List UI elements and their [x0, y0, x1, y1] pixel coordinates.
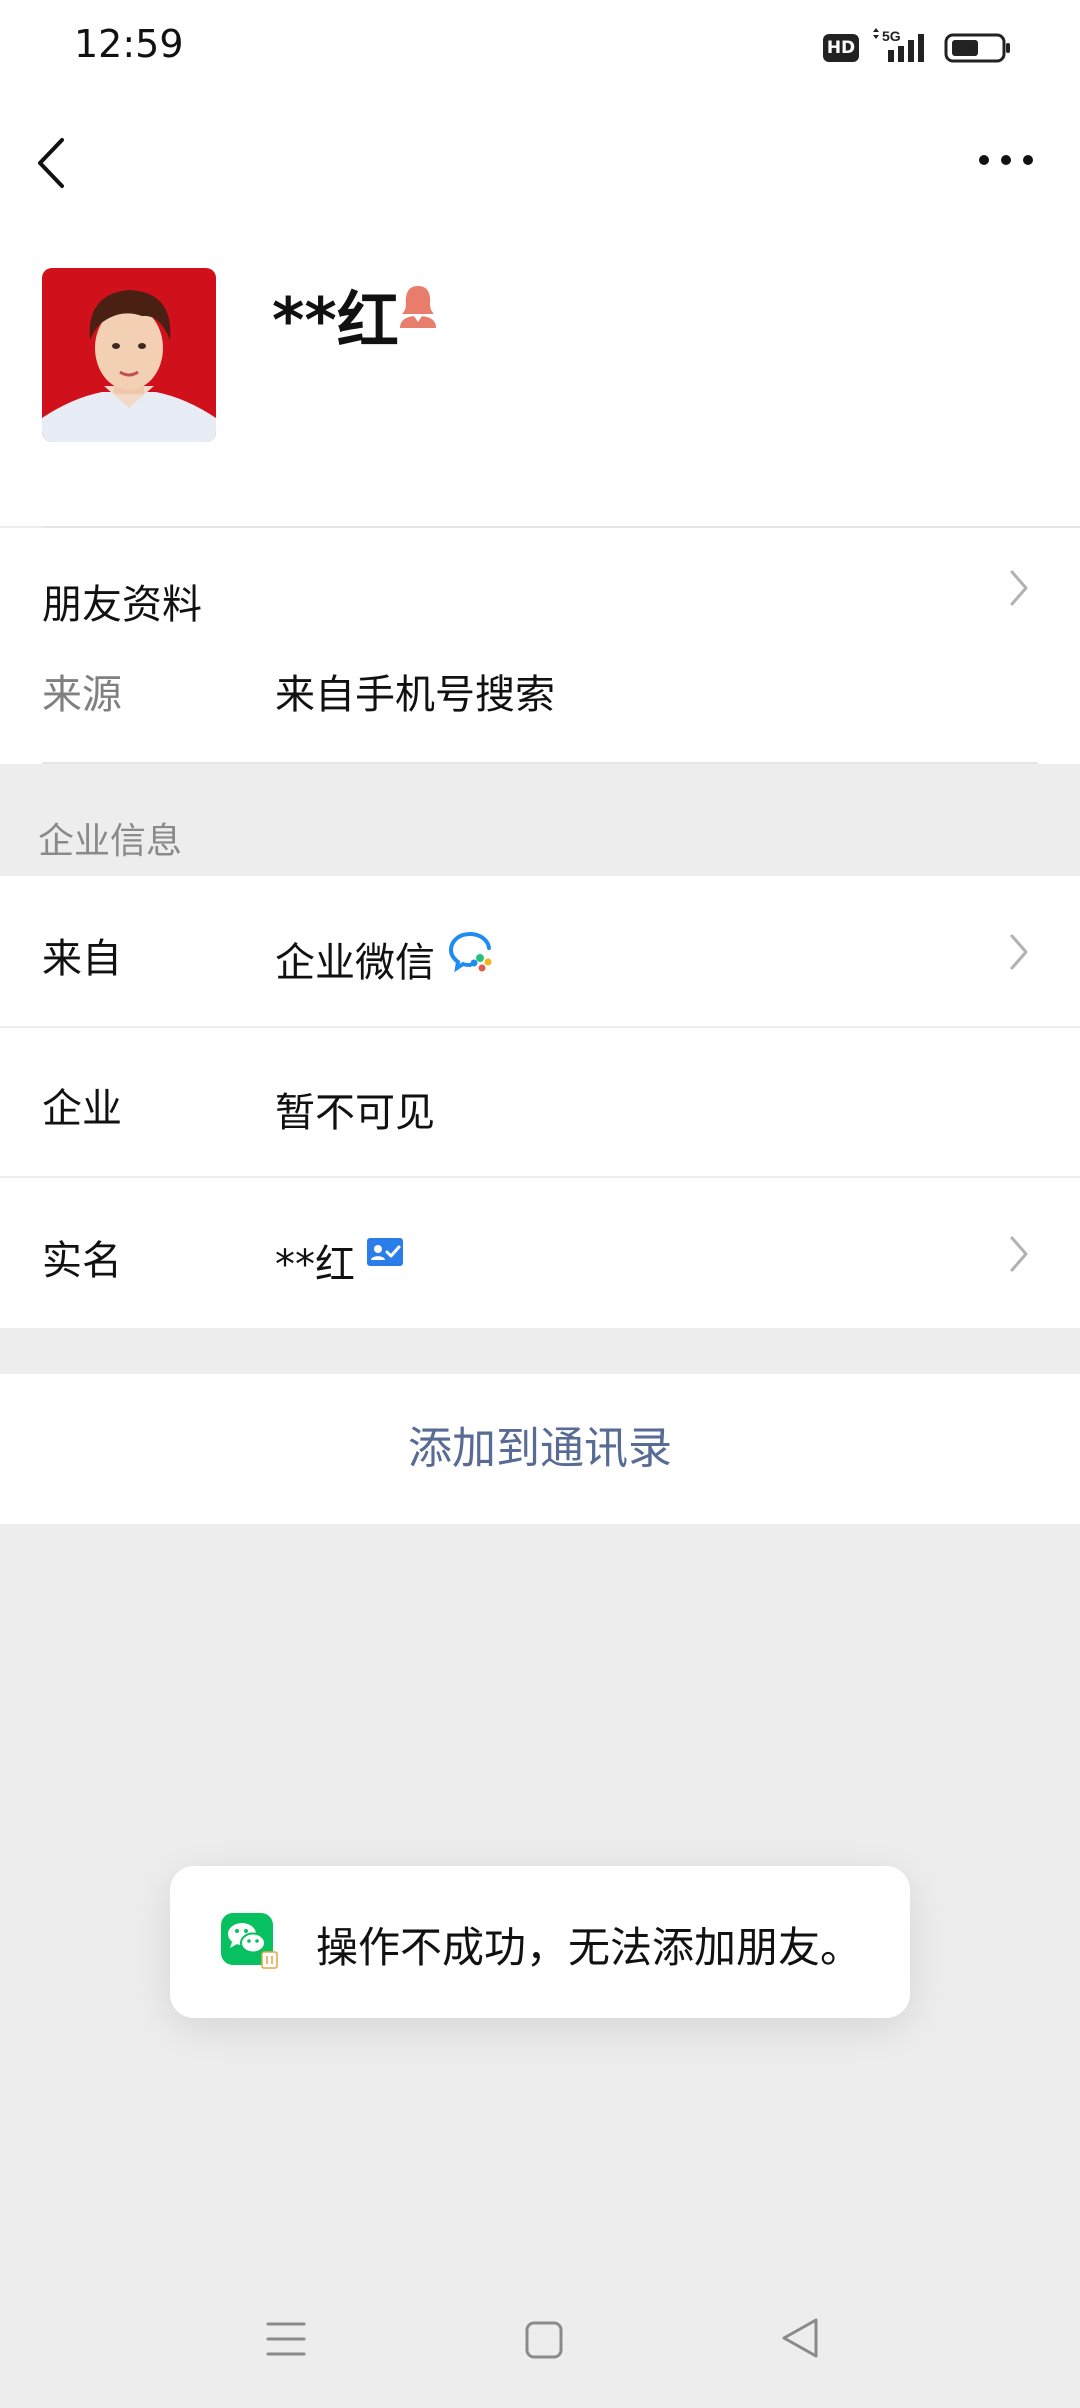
friend-info-section[interactable]	[0, 528, 1080, 764]
battery-icon	[944, 33, 1010, 63]
gender-female-icon	[400, 286, 436, 328]
network-label: 5G	[882, 28, 901, 44]
hd-badge: HD	[823, 34, 859, 62]
divider	[42, 762, 1038, 764]
row-value-company: 暂不可见	[275, 1090, 435, 1136]
add-to-contacts-button[interactable]: 添加到通讯录	[0, 1374, 1080, 1524]
back-icon[interactable]	[30, 128, 80, 198]
nav-menu-icon[interactable]	[266, 2318, 306, 2360]
status-time: 12:59	[74, 22, 184, 66]
nav-home-icon[interactable]	[524, 2320, 564, 2360]
enterprise-row-company	[0, 1028, 1080, 1176]
row-label-realname: 实名	[42, 1238, 122, 1284]
top-nav	[0, 96, 1080, 226]
friend-info-title: 朋友资料	[42, 582, 202, 628]
row-value-from: 企业微信	[275, 940, 435, 986]
source-label: 来源	[42, 672, 122, 718]
wecom-icon	[448, 932, 492, 972]
row-label-from: 来自	[42, 936, 122, 982]
wechat-icon	[221, 1913, 278, 1969]
source-value: 来自手机号搜索	[275, 672, 555, 718]
chevron-right-icon	[1010, 570, 1028, 606]
avatar[interactable]	[42, 268, 216, 442]
signal-5g-icon: 5G	[873, 28, 924, 62]
more-icon[interactable]	[966, 140, 1050, 180]
chevron-right-icon	[1010, 1236, 1028, 1272]
enterprise-row-from[interactable]	[0, 876, 1080, 1026]
row-label-company: 企业	[42, 1086, 122, 1132]
row-value-realname: **红	[275, 1242, 355, 1288]
toast-message: 操作不成功，无法添加朋友。	[316, 1923, 863, 1972]
enterprise-section-header: 企业信息	[38, 821, 183, 862]
enterprise-row-realname[interactable]	[0, 1178, 1080, 1328]
profile-name: **红	[272, 284, 399, 357]
chevron-right-icon	[1010, 934, 1028, 970]
id-verified-icon	[367, 1238, 403, 1266]
nav-back-icon[interactable]	[780, 2316, 820, 2360]
